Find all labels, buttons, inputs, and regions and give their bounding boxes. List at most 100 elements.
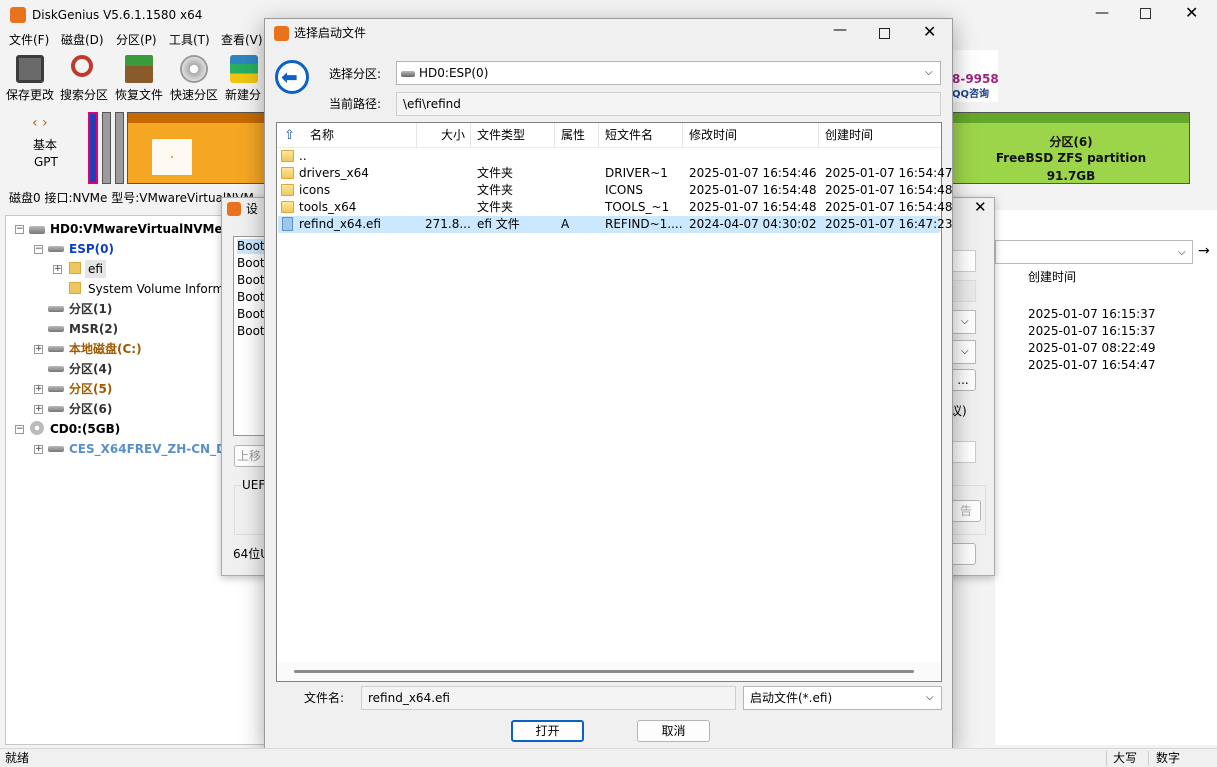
right-button[interactable] (950, 543, 976, 565)
ad-banner[interactable]: 8-9958 QQ咨询 (952, 50, 999, 102)
file-type: 文件夹 (477, 166, 514, 180)
disk-info-text: 磁盘0 接口:NVMe 型号:VMwareVirtualNVM (9, 191, 254, 205)
list-item[interactable]: drivers_x64 文件夹 DRIVER~1 2025-01-07 16:5… (278, 165, 952, 182)
partition-icon (48, 326, 64, 332)
list-item[interactable]: icons 文件夹 ICONS 2025-01-07 16:54:48 2025… (278, 182, 952, 199)
boot-item[interactable]: Boot (237, 256, 264, 271)
column-created[interactable]: 创建时间 (1028, 270, 1076, 285)
column-type[interactable]: 文件类型 (471, 123, 555, 148)
move-up-button[interactable]: 上移 (234, 445, 266, 467)
app-title: DiskGenius V5.6.1.1580 x64 (32, 8, 203, 22)
right-field[interactable] (950, 250, 976, 272)
new-partition-button[interactable]: 新建分 (222, 52, 266, 102)
tree-item-p5[interactable]: 分区(5) (69, 380, 112, 398)
recover-files-button[interactable]: 恢复文件 (112, 52, 166, 102)
file-short: DRIVER~1 (605, 166, 668, 180)
menu-file[interactable]: 文件(F) (9, 33, 49, 48)
open-button[interactable]: 打开 (511, 720, 584, 742)
go-arrow-icon[interactable]: → (1198, 244, 1210, 259)
column-shortname[interactable]: 短文件名 (599, 123, 683, 148)
tree-item-msr[interactable]: MSR(2) (69, 320, 118, 338)
browse-button[interactable]: ... (950, 369, 976, 391)
tree-item-p6[interactable]: 分区(6) (69, 400, 112, 418)
created-date: 2025-01-07 16:15:37 (1028, 307, 1156, 321)
file-mtime: 2025-01-07 16:54:48 (689, 183, 817, 197)
list-item-selected[interactable]: refind_x64.efi 271.8... efi 文件 A REFIND~… (278, 216, 952, 233)
maximize-icon[interactable] (879, 28, 890, 39)
partition-label: 选择分区: (329, 67, 382, 81)
tree-item-cd0[interactable]: CD0:(5GB) (50, 420, 120, 438)
search-partition-button[interactable]: 搜索分区 (58, 52, 110, 102)
path-combo[interactable]: ⌵ (995, 240, 1193, 264)
tree-item-p1[interactable]: 分区(1) (69, 300, 112, 318)
right-select[interactable]: ⌵ (950, 310, 976, 334)
chevron-down-icon: ⌵ (961, 346, 969, 357)
file-type: efi 文件 (477, 217, 520, 231)
nav-arrows-icon[interactable]: ‹ › (32, 116, 48, 131)
c-partition-block[interactable] (127, 112, 267, 184)
column-size[interactable]: 大小 (417, 123, 471, 148)
horizontal-scrollbar[interactable] (278, 662, 940, 681)
path-label: 当前路径: (329, 97, 382, 111)
column-attr[interactable]: 属性 (555, 123, 599, 148)
tree-item-svi[interactable]: System Volume Informa (88, 280, 231, 298)
boot-list[interactable]: Boot Boot Boot Boot Boot Boot (233, 236, 265, 436)
expand-icon[interactable]: + (34, 345, 43, 354)
file-name: .. (299, 149, 307, 163)
column-ctime[interactable]: 创建时间 (819, 123, 941, 148)
right-field[interactable] (950, 441, 976, 463)
sort-up-icon[interactable]: ⇧ (284, 128, 295, 143)
recover-files-label: 恢复文件 (114, 88, 163, 102)
boot-item[interactable]: Boot (237, 324, 264, 339)
partition-value: HD0:ESP(0) (419, 66, 489, 80)
column-name[interactable]: 名称 (304, 123, 417, 148)
tree-item-disk0[interactable]: HD0:VMwareVirtualNVMeDi (50, 220, 237, 238)
list-item[interactable]: tools_x64 文件夹 TOOLS_~1 2025-01-07 16:54:… (278, 199, 952, 216)
partition-select[interactable]: HD0:ESP(0) ⌵ (396, 61, 941, 85)
minimize-icon[interactable]: — (1095, 6, 1109, 21)
maximize-icon[interactable] (1140, 8, 1151, 19)
menu-partition[interactable]: 分区(P) (116, 33, 157, 48)
boot-item[interactable]: Boot (237, 273, 264, 288)
column-mtime[interactable]: 修改时间 (683, 123, 819, 148)
quick-partition-button[interactable]: 快速分区 (168, 52, 220, 102)
collapse-icon[interactable]: − (15, 425, 24, 434)
cancel-button[interactable]: 取消 (637, 720, 710, 742)
list-item[interactable]: .. (278, 148, 940, 165)
close-icon[interactable]: ✕ (923, 24, 936, 40)
filename-input[interactable]: refind_x64.efi (361, 686, 736, 710)
expand-icon[interactable]: + (34, 405, 43, 414)
menu-tools[interactable]: 工具(T) (169, 33, 210, 48)
boot-item[interactable]: Boot (237, 290, 264, 305)
settings-close-icon[interactable]: ✕ (974, 200, 987, 215)
collapse-icon[interactable]: − (15, 225, 24, 234)
collapse-icon[interactable]: − (34, 245, 43, 254)
tree-item-c[interactable]: 本地磁盘(C:) (69, 340, 142, 358)
scrollbar-thumb[interactable] (294, 670, 914, 673)
dialog-title: 选择启动文件 (294, 26, 367, 40)
minimize-icon[interactable]: — (833, 23, 847, 38)
chevron-down-icon: ⌵ (925, 67, 933, 78)
expand-icon[interactable]: + (53, 265, 62, 274)
tree-item-ces[interactable]: CES_X64FREV_ZH-CN_DVS (69, 440, 244, 458)
msr-partition-block[interactable] (115, 112, 124, 184)
tree-item-esp[interactable]: ESP(0) (69, 240, 114, 258)
save-changes-button[interactable]: 保存更改 (4, 52, 56, 102)
tree-item-efi[interactable]: efi (85, 260, 106, 278)
menu-view[interactable]: 查看(V) (221, 33, 263, 48)
p1-partition-block[interactable] (102, 112, 111, 184)
expand-icon[interactable]: + (34, 385, 43, 394)
boot-item[interactable]: Boot (237, 239, 264, 254)
filter-select[interactable]: 启动文件(*.efi) ⌵ (743, 686, 942, 710)
tree-item-p4[interactable]: 分区(4) (69, 360, 112, 378)
menu-disk[interactable]: 磁盘(D) (61, 33, 104, 48)
file-list[interactable]: ⇧ 名称 大小 文件类型 属性 短文件名 修改时间 创建时间 .. driver… (276, 122, 952, 682)
p6-partition-block[interactable]: 分区(6) FreeBSD ZFS partition 91.7GB (952, 112, 1190, 184)
expand-icon[interactable]: + (34, 445, 43, 454)
back-arrow-icon[interactable]: ⬅ (275, 60, 309, 94)
right-select[interactable]: ⌵ (950, 340, 976, 364)
close-icon[interactable]: ✕ (1185, 5, 1198, 21)
esp-partition-block[interactable] (88, 112, 98, 184)
p6-fs: FreeBSD ZFS partition (995, 151, 1147, 165)
boot-item[interactable]: Boot (237, 307, 264, 322)
